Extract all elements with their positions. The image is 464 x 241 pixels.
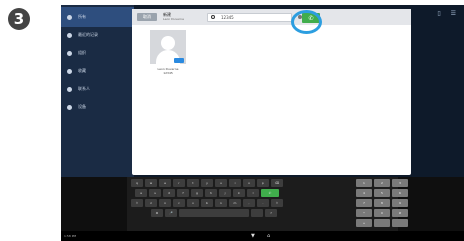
keyboard-key[interactable]: s bbox=[149, 189, 161, 197]
search-icon bbox=[211, 15, 215, 19]
keyboard-key[interactable]: ⇧ bbox=[271, 199, 283, 207]
call-button-highlight bbox=[291, 10, 322, 34]
keyboard-key[interactable]: r bbox=[173, 179, 185, 187]
contact-number: 12345 bbox=[163, 71, 173, 75]
numpad-key[interactable]: 9 bbox=[392, 199, 408, 207]
step-badge: 3 bbox=[8, 8, 30, 30]
sidebar-item-label: 收藏 bbox=[78, 68, 86, 73]
keyboard-key[interactable]: d bbox=[163, 189, 175, 197]
keyboard-key[interactable]: m bbox=[229, 199, 241, 207]
keyboard-key[interactable]: k bbox=[233, 189, 245, 197]
sidebar: 所有 最近的记录 组织 收藏 联系人 设备 bbox=[61, 5, 134, 177]
keyboard-key[interactable]: x bbox=[159, 199, 171, 207]
keyboard-key[interactable]: j bbox=[219, 189, 231, 197]
numpad-key[interactable]: 0 bbox=[374, 209, 390, 217]
sidebar-item-recent[interactable]: 最近的记录 bbox=[61, 25, 134, 45]
keyboard-key[interactable]: h bbox=[205, 189, 217, 197]
sidebar-item-label: 设备 bbox=[78, 104, 86, 109]
numpad-key[interactable] bbox=[392, 219, 408, 227]
all-icon bbox=[67, 14, 72, 20]
keyboard-key[interactable]: e bbox=[159, 179, 171, 187]
keyboard-key[interactable]: y bbox=[201, 179, 213, 187]
sidebar-item-contacts[interactable]: 联系人 bbox=[61, 79, 134, 99]
search-input[interactable]: 12345 bbox=[207, 13, 292, 22]
keyboard-key[interactable]: b bbox=[201, 199, 213, 207]
top-right-icons[interactable]: ▯ ☰ bbox=[437, 10, 460, 17]
numpad-key[interactable]: 5 bbox=[374, 189, 390, 197]
keyboard-key[interactable]: v bbox=[187, 199, 199, 207]
dial-dialog: 取消 新建 Leon Duverne 12345 ✆ Leon Duverne … bbox=[132, 9, 411, 175]
keyboard-key[interactable]: , bbox=[243, 199, 255, 207]
keyboard-key[interactable]: u bbox=[215, 179, 227, 187]
keyboard-key[interactable]: 🎤 bbox=[165, 209, 177, 217]
keyboard-key[interactable]: w bbox=[145, 179, 157, 187]
keyboard-key[interactable]: c bbox=[173, 199, 185, 207]
cancel-button[interactable]: 取消 bbox=[137, 13, 157, 21]
avatar bbox=[161, 36, 175, 50]
on-screen-keyboard: q w e r t y u i o p ⌫ a s d f g h j k l ✆ ⇧ z x c v b n m,. ⇧ ⚙ 🎤? 1 2 3 4 5… bbox=[61, 177, 464, 231]
device-icon bbox=[67, 104, 72, 110]
keyboard-key[interactable]: l bbox=[247, 189, 259, 197]
keyboard-key[interactable] bbox=[179, 209, 249, 217]
keyboard-left-pad bbox=[61, 177, 127, 231]
numpad-key[interactable]: # bbox=[392, 209, 408, 217]
contact-card[interactable] bbox=[150, 30, 186, 64]
keyboard-key[interactable] bbox=[251, 209, 263, 217]
keyboard-key[interactable]: q bbox=[131, 179, 143, 187]
sidebar-item-label: 组织 bbox=[78, 50, 86, 55]
numpad-key[interactable]: 4 bbox=[356, 189, 372, 197]
search-input-value: 12345 bbox=[221, 15, 234, 20]
sidebar-item-favorites[interactable]: 收藏 bbox=[61, 61, 134, 81]
star-icon bbox=[67, 68, 72, 74]
numpad-key[interactable]: 6 bbox=[392, 189, 408, 197]
keyboard-key[interactable]: t bbox=[187, 179, 199, 187]
keyboard-key[interactable]: z bbox=[145, 199, 157, 207]
home-icon[interactable]: ⌂ bbox=[267, 233, 270, 239]
keyboard-key[interactable]: g bbox=[191, 189, 203, 197]
numpad-key[interactable]: + bbox=[356, 219, 372, 227]
status-time: 1:58 PM bbox=[64, 234, 77, 238]
sidebar-item-label: 所有 bbox=[78, 14, 86, 19]
keyboard-key[interactable]: a bbox=[135, 189, 147, 197]
sidebar-item-all[interactable]: 所有 bbox=[61, 7, 134, 27]
sidebar-item-organization[interactable]: 组织 bbox=[61, 43, 134, 63]
keyboard-key[interactable]: i bbox=[229, 179, 241, 187]
numpad-key[interactable] bbox=[374, 219, 390, 227]
numpad-key[interactable]: 8 bbox=[374, 199, 390, 207]
keyboard-key[interactable]: f bbox=[177, 189, 189, 197]
numpad-key[interactable]: 2 bbox=[374, 179, 390, 187]
dialog-subtitle: Leon Duverne bbox=[163, 17, 184, 21]
sidebar-item-label: 最近的记录 bbox=[78, 32, 98, 37]
keyboard-key[interactable]: n bbox=[215, 199, 227, 207]
contact-badge-icon bbox=[174, 58, 184, 63]
tablet-screen: 所有 最近的记录 组织 收藏 联系人 设备 ▯ ☰ 取消 新建 Leon Duv… bbox=[61, 5, 464, 241]
keyboard-key[interactable]: ? bbox=[265, 209, 277, 217]
keyboard-key[interactable]: ⚙ bbox=[151, 209, 163, 217]
person-icon bbox=[67, 86, 72, 92]
numpad-key[interactable]: * bbox=[356, 209, 372, 217]
nav-bar: 1:58 PM ▼ ⌂ bbox=[61, 231, 464, 241]
keyboard-key[interactable]: p bbox=[257, 179, 269, 187]
keyboard-key[interactable]: . bbox=[257, 199, 269, 207]
keyboard-key[interactable]: ✆ bbox=[261, 189, 279, 197]
keyboard-key[interactable]: ⇧ bbox=[131, 199, 143, 207]
numpad-key[interactable]: 1 bbox=[356, 179, 372, 187]
sidebar-item-label: 联系人 bbox=[78, 86, 90, 91]
building-icon bbox=[67, 50, 72, 56]
numpad-key[interactable]: 3 bbox=[392, 179, 408, 187]
keyboard-key[interactable]: o bbox=[243, 179, 255, 187]
back-icon[interactable]: ▼ bbox=[251, 233, 255, 239]
clock-icon bbox=[67, 32, 72, 38]
keyboard-key[interactable]: ⌫ bbox=[271, 179, 283, 187]
sidebar-item-devices[interactable]: 设备 bbox=[61, 97, 134, 117]
numpad-key[interactable]: 7 bbox=[356, 199, 372, 207]
